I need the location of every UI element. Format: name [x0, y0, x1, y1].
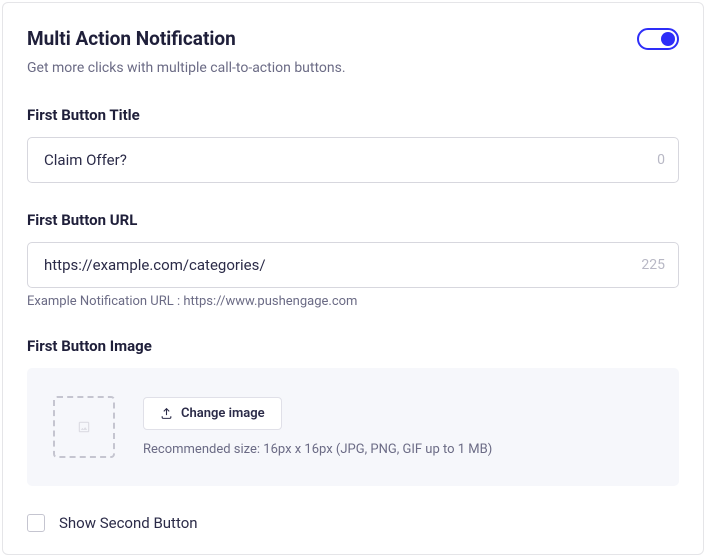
panel-subtitle: Get more clicks with multiple call-to-ac… — [27, 60, 679, 76]
first-button-title-input[interactable] — [27, 137, 679, 183]
panel-title: Multi Action Notification — [27, 27, 236, 50]
upload-icon — [160, 407, 173, 420]
image-icon — [77, 420, 91, 434]
first-button-url-counter: 225 — [641, 257, 665, 273]
change-image-button[interactable]: Change image — [143, 397, 282, 430]
enable-toggle[interactable] — [637, 28, 679, 50]
change-image-label: Change image — [181, 406, 265, 421]
image-placeholder[interactable] — [53, 396, 115, 458]
first-button-url-input[interactable] — [27, 242, 679, 288]
first-button-title-counter: 0 — [657, 152, 665, 168]
first-button-title-section: First Button Title 0 — [27, 106, 679, 183]
first-button-url-label: First Button URL — [27, 211, 679, 229]
first-button-title-label: First Button Title — [27, 106, 679, 124]
first-button-image-label: First Button Image — [27, 337, 679, 355]
show-second-row: Show Second Button — [27, 514, 679, 532]
header-row: Multi Action Notification — [27, 27, 679, 50]
multi-action-panel: Multi Action Notification Get more click… — [2, 2, 704, 555]
image-recommend-text: Recommended size: 16px x 16px (JPG, PNG,… — [143, 442, 492, 457]
show-second-checkbox[interactable] — [27, 514, 45, 532]
toggle-knob — [661, 32, 675, 46]
show-second-label: Show Second Button — [59, 514, 198, 532]
url-hint: Example Notification URL : https://www.p… — [27, 294, 679, 309]
upload-right: Change image Recommended size: 16px x 16… — [143, 397, 492, 457]
first-button-url-wrap: 225 — [27, 242, 679, 288]
first-button-url-section: First Button URL 225 Example Notificatio… — [27, 211, 679, 309]
first-button-title-wrap: 0 — [27, 137, 679, 183]
image-upload-box: Change image Recommended size: 16px x 16… — [27, 368, 679, 486]
